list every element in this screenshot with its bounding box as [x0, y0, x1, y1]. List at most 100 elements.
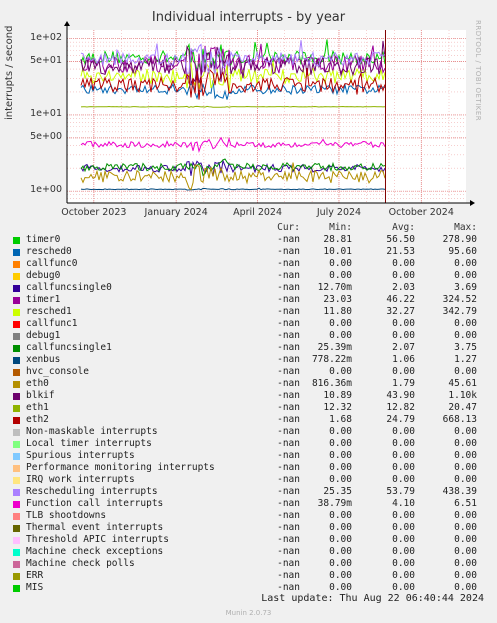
legend-swatch	[13, 297, 20, 304]
legend-label: callfunc0	[26, 258, 78, 269]
y-axis-arrow	[64, 21, 70, 26]
legend-max: 0.00	[454, 522, 477, 533]
legend-avg: 0.00	[392, 522, 415, 533]
legend-min: 0.00	[329, 546, 352, 557]
legend-label: blkif	[26, 390, 55, 401]
legend-max: 0.00	[454, 558, 477, 569]
legend-min: 0.00	[329, 510, 352, 521]
legend-min: 0.00	[329, 522, 352, 533]
legend-min: 0.00	[329, 462, 352, 473]
legend-swatch	[13, 537, 20, 544]
legend-min: 11.80	[323, 306, 352, 317]
legend-item: IRQ work interrupts -nan 0.00 0.00 0.00	[12, 474, 490, 486]
legend-item: Thermal event interrupts -nan 0.00 0.00 0.00	[12, 522, 490, 534]
legend-min: 0.00	[329, 318, 352, 329]
y-tick-label: 5e+01	[30, 54, 62, 66]
legend-min: 778.22m	[311, 354, 352, 365]
y-tick-label: 1e+01	[30, 107, 62, 119]
legend-avg: 0.00	[392, 450, 415, 461]
legend-max: 0.00	[454, 438, 477, 449]
legend-min: 0.00	[329, 570, 352, 581]
legend-item: resched1 -nan 11.80 32.27 342.79	[12, 306, 490, 318]
legend-avg: 12.82	[386, 402, 415, 413]
col-min-header: Min:	[329, 222, 352, 233]
legend-label: debug0	[26, 270, 61, 281]
legend-swatch	[13, 333, 20, 340]
legend-min: 0.00	[329, 426, 352, 437]
legend-avg: 0.00	[392, 438, 415, 449]
legend-avg: 0.00	[392, 330, 415, 341]
legend-label: Thermal event interrupts	[26, 522, 164, 533]
col-avg-header: Avg:	[392, 222, 415, 233]
legend-max: 0.00	[454, 366, 477, 377]
legend-min: 0.00	[329, 534, 352, 545]
legend-swatch	[13, 417, 20, 424]
legend-item: Threshold APIC interrupts -nan 0.00 0.00 0.0…	[12, 534, 490, 546]
legend-item: callfuncsingle0 -nan 12.70m 2.03 3.69	[12, 282, 490, 294]
legend-label: Spurious interrupts	[26, 450, 135, 461]
legend-label: timer1	[26, 294, 61, 305]
legend-label: callfunc1	[26, 318, 78, 329]
legend-min: 0.00	[329, 558, 352, 569]
y-tick-label: 1e+00	[30, 184, 62, 196]
x-axis-arrow	[470, 200, 475, 206]
legend-item: hvc_console -nan 0.00 0.00 0.00	[12, 366, 490, 378]
legend-item: Local timer interrupts -nan 0.00 0.00 0.00	[12, 438, 490, 450]
legend-label: Threshold APIC interrupts	[26, 534, 169, 545]
legend-item: Machine check exceptions -nan 0.00 0.00 0.00	[12, 546, 490, 558]
legend-avg: 24.79	[386, 414, 415, 425]
legend-swatch	[13, 273, 20, 280]
legend-max: 0.00	[454, 462, 477, 473]
legend-avg: 0.00	[392, 270, 415, 281]
legend-max: 3.69	[454, 282, 477, 293]
legend-swatch	[13, 585, 20, 592]
legend-swatch	[13, 573, 20, 580]
legend-min: 10.89	[323, 390, 352, 401]
legend-min: 1.68	[329, 414, 352, 425]
legend-label: callfuncsingle1	[26, 342, 112, 353]
legend-label: eth2	[26, 414, 49, 425]
legend-item: Spurious interrupts -nan 0.00 0.00 0.00	[12, 450, 490, 462]
x-tick-label: April 2024	[233, 207, 283, 218]
legend-item: Machine check polls -nan 0.00 0.00 0.00	[12, 558, 490, 570]
legend-item: ERR -nan 0.00 0.00 0.00	[12, 570, 490, 582]
legend-max: 0.00	[454, 546, 477, 557]
legend-item: timer0 -nan 28.81 56.50 278.90	[12, 234, 490, 246]
legend-max: 324.52	[442, 294, 477, 305]
legend-avg: 0.00	[392, 462, 415, 473]
x-tick-label: July 2024	[316, 207, 362, 218]
legend-avg: 43.90	[386, 390, 415, 401]
legend-item: callfunc0 -nan 0.00 0.00 0.00	[12, 258, 490, 270]
col-max-header: Max:	[454, 222, 477, 233]
legend-swatch	[13, 501, 20, 508]
legend-max: 0.00	[454, 474, 477, 485]
x-tick-label: October 2024	[388, 207, 454, 218]
legend-min: 0.00	[329, 474, 352, 485]
legend-avg: 0.00	[392, 534, 415, 545]
legend-min: 25.39m	[317, 342, 352, 353]
legend-item: eth2 -nan 1.68 24.79 668.13	[12, 414, 490, 426]
legend-swatch	[13, 285, 20, 292]
legend-item: TLB shootdowns -nan 0.00 0.00 0.00	[12, 510, 490, 522]
legend-max: 95.60	[448, 246, 477, 257]
y-tick-label: 1e+02	[30, 31, 62, 43]
legend-swatch	[13, 453, 20, 460]
legend-min: 12.32	[323, 402, 352, 413]
legend-max: 0.00	[454, 270, 477, 281]
legend-avg: 0.00	[392, 570, 415, 581]
legend-max: 0.00	[454, 450, 477, 461]
legend-max: 668.13	[442, 414, 477, 425]
legend-item: debug1 -nan 0.00 0.00 0.00	[12, 330, 490, 342]
legend-label: TLB shootdowns	[26, 510, 107, 521]
x-tick-label: October 2023	[61, 207, 127, 218]
legend-max: 0.00	[454, 534, 477, 545]
legend-swatch	[13, 525, 20, 532]
legend-swatch	[13, 405, 20, 412]
legend-max: 0.00	[454, 258, 477, 269]
legend-avg: 1.79	[392, 378, 415, 389]
legend-avg: 46.22	[386, 294, 415, 305]
last-update: Last update: Thu Aug 22 06:40:44 2024	[261, 593, 484, 604]
legend-label: eth0	[26, 378, 49, 389]
legend-label: debug1	[26, 330, 61, 341]
legend-swatch	[13, 381, 20, 388]
